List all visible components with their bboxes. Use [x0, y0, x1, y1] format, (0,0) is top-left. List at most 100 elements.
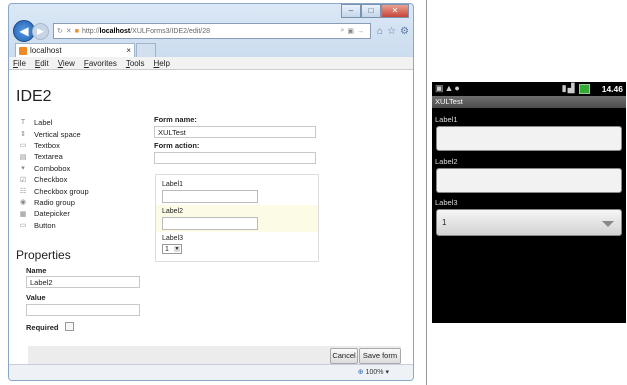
zoom-control[interactable]: ⊕ 100% ▾	[358, 368, 389, 376]
notification-icons: ▣▲●	[435, 83, 461, 93]
canvas-select-value: 1	[165, 246, 169, 253]
forward-button[interactable]: ▶	[32, 22, 49, 40]
palette-item-combobox[interactable]: ▾ Combobox	[18, 163, 89, 174]
name-input[interactable]: Label2	[26, 276, 140, 288]
checkbox-group-icon: ☷	[19, 188, 27, 196]
palette-item-text: Textarea	[34, 152, 63, 162]
palette-item-textbox[interactable]: ▭ Textbox	[18, 140, 89, 151]
action-bar: Cancel Save form	[28, 346, 401, 365]
palette-item-text: Radio group	[34, 197, 75, 207]
form-name-label: Form name:	[154, 115, 197, 124]
browser-toolbar-icons: ⌂ ☆ ⚙	[377, 26, 409, 37]
canvas-textbox1[interactable]	[162, 190, 258, 203]
palette-item-label[interactable]: T Label	[18, 117, 89, 128]
palette-item-text: Datepicker	[34, 209, 70, 219]
palette-item-vertical-space[interactable]: ⇕ Vertical space	[18, 128, 89, 139]
android-textbox2[interactable]	[436, 168, 622, 193]
menu-file[interactable]: File	[13, 59, 26, 68]
page-content: IDE2 T Label ⇕ Vertical space ▭ Textbox ▤ Te…	[9, 70, 413, 365]
value-input[interactable]	[26, 304, 140, 316]
navigation-bar: ◀ ▶ ↻ ✕ ■ http:// localhost /XULForms3/I…	[13, 20, 409, 42]
android-screen: ▣▲● ▮▟ 14.46 XULTest Label1 Label2 Label…	[432, 82, 626, 323]
form-action-input[interactable]	[154, 152, 316, 164]
maximize-button[interactable]: □	[361, 4, 381, 18]
home-icon[interactable]: ⌂	[377, 26, 383, 37]
tab-localhost[interactable]: localhost ×	[15, 43, 135, 57]
close-button[interactable]: ✕	[381, 4, 409, 18]
canvas-label1[interactable]: Label1	[162, 181, 183, 188]
stop-icon[interactable]: ✕	[66, 27, 72, 35]
url-host: localhost	[99, 27, 131, 35]
panel-divider	[426, 0, 427, 385]
form-name-input[interactable]: XULTest	[154, 126, 316, 138]
close-tab-icon[interactable]: ×	[126, 46, 131, 55]
palette-item-text: Textbox	[34, 140, 60, 150]
textbox-icon: ▭	[19, 142, 27, 150]
menu-tools[interactable]: Tools	[126, 59, 145, 68]
menu-edit[interactable]: Edit	[35, 59, 49, 68]
window-controls: – □ ✕	[341, 4, 409, 18]
battery-icon	[579, 83, 590, 94]
datepicker-icon: ▦	[19, 210, 27, 218]
menu-favorites[interactable]: Favorites	[84, 59, 117, 68]
palette-item-datepicker[interactable]: ▦ Datepicker	[18, 208, 89, 219]
compatibility-icon[interactable]: ▣	[347, 27, 354, 35]
properties-title: Properties	[16, 248, 71, 262]
android-spinner-value: 1	[442, 218, 447, 227]
url-prefix: http://	[81, 27, 100, 35]
tab-title: localhost	[30, 46, 62, 55]
menu-bar: File Edit View Favorites Tools Help	[9, 57, 413, 70]
zoom-icon: ⊕	[357, 369, 364, 376]
value-label: Value	[26, 293, 46, 302]
required-checkbox[interactable]	[65, 322, 74, 331]
palette-item-textarea[interactable]: ▤ Textarea	[18, 151, 89, 162]
checkbox-icon: ☑	[19, 176, 27, 184]
status-time: 14.46	[601, 84, 623, 94]
android-status-bar: ▣▲● ▮▟ 14.46	[432, 82, 626, 95]
canvas-select[interactable]: 1 ▼	[162, 244, 182, 254]
menu-help[interactable]: Help	[154, 59, 170, 68]
android-app-title: XULTest	[432, 96, 626, 108]
palette-item-button[interactable]: ▭ Button	[18, 220, 89, 231]
textarea-icon: ▤	[19, 153, 27, 161]
palette-item-text: Combobox	[34, 163, 71, 173]
button-icon: ▭	[19, 222, 27, 230]
required-label: Required	[26, 323, 59, 332]
component-palette: T Label ⇕ Vertical space ▭ Textbox ▤ Textare…	[18, 117, 89, 231]
vertical-space-icon: ⇕	[20, 131, 26, 139]
menu-view[interactable]: View	[58, 59, 75, 68]
canvas-textbox2[interactable]	[162, 217, 258, 230]
browser-window: – □ ✕ ◀ ▶ ↻ ✕ ■ http:// localhost /XULFo…	[8, 3, 414, 381]
gear-icon[interactable]: ⚙	[400, 26, 409, 37]
favicon-icon	[19, 46, 27, 55]
canvas-label3[interactable]: Label3	[162, 235, 183, 242]
minimize-button[interactable]: –	[341, 4, 361, 18]
canvas-label2[interactable]: Label2	[162, 208, 183, 215]
form-design-canvas[interactable]: Label1 Label2 Label3 1 ▼	[155, 174, 319, 262]
search-icon[interactable]: ⌕	[340, 27, 344, 35]
palette-item-text: Vertical space	[34, 129, 81, 139]
android-textbox1[interactable]	[436, 126, 622, 151]
refresh-icon[interactable]: ↻	[57, 27, 63, 35]
palette-item-checkbox[interactable]: ☑ Checkbox	[18, 174, 89, 185]
chevron-down-icon: ▼	[174, 246, 180, 252]
url-path: /XULForms3/IDE2/edit/28	[130, 27, 210, 35]
android-spinner[interactable]: 1	[436, 209, 622, 236]
android-label1: Label1	[435, 115, 458, 124]
android-label2: Label2	[435, 157, 458, 166]
favorites-star-icon[interactable]: ☆	[387, 26, 396, 37]
cancel-button[interactable]: Cancel	[330, 348, 358, 364]
new-tab-button[interactable]	[136, 43, 156, 57]
palette-item-checkbox-group[interactable]: ☷ Checkbox group	[18, 185, 89, 196]
tab-strip: localhost ×	[15, 43, 409, 57]
status-bar: ⊕ 100% ▾	[9, 364, 413, 380]
address-bar[interactable]: ↻ ✕ ■ http:// localhost /XULForms3/IDE2/…	[53, 23, 372, 39]
zoom-level: 100%	[365, 369, 384, 376]
save-form-button[interactable]: Save form	[359, 348, 401, 364]
go-icon[interactable]: →	[357, 28, 364, 35]
palette-item-radio-group[interactable]: ◉ Radio group	[18, 197, 89, 208]
android-label3: Label3	[435, 198, 458, 207]
site-icon: ■	[74, 27, 79, 35]
signal-battery-icons: ▮▟	[562, 83, 590, 94]
form-action-label: Form action:	[154, 141, 200, 150]
